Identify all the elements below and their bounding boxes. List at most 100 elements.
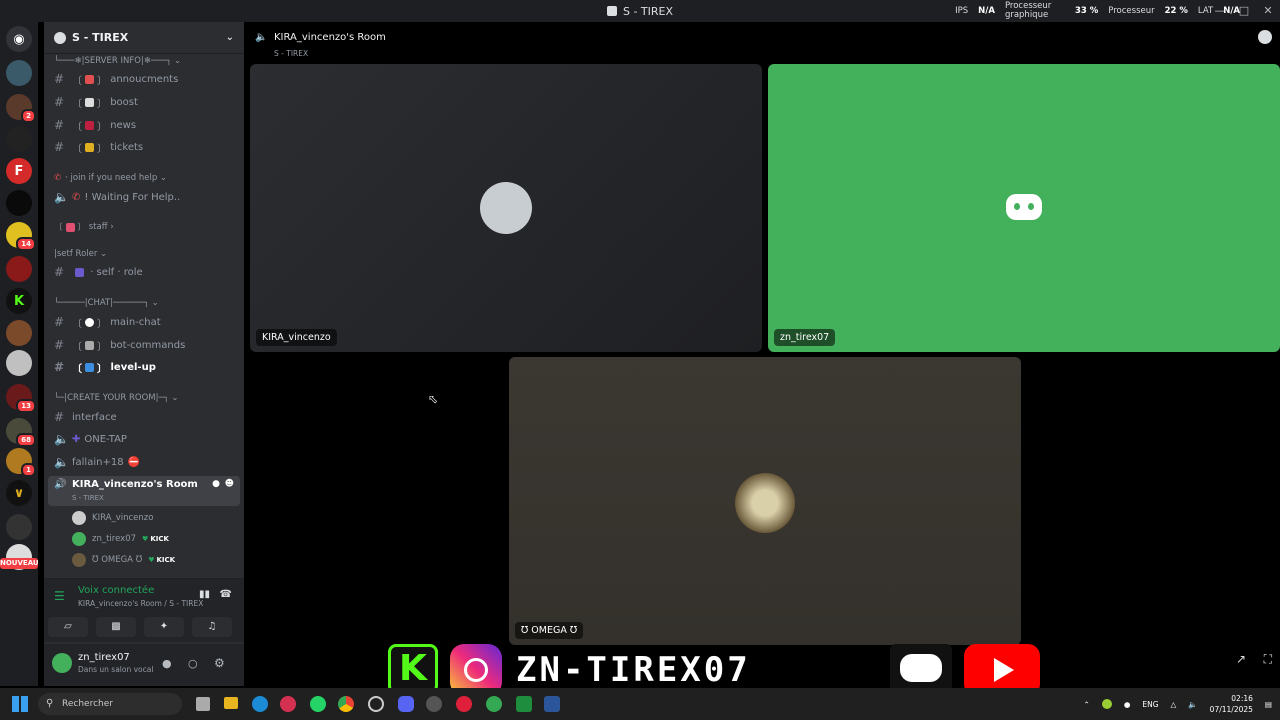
gpu-value: 33 % [1074,6,1099,16]
speech-bubble-icon [85,317,94,327]
server-icon[interactable] [6,60,32,86]
app-icon[interactable] [368,696,384,712]
channel-bot-commands[interactable]: # 〔〕 bot-commands [54,336,185,354]
server-icon[interactable]: F [6,158,32,184]
excel-icon[interactable] [516,696,532,712]
server-badge: 2 [21,109,36,123]
voice-member[interactable]: zn_tirex07 KICK [72,531,169,547]
ips-label: IPS [955,6,969,16]
channel-annoucments[interactable]: # 〔〕 annoucments [54,70,178,88]
avatar[interactable] [52,653,72,673]
wifi-icon[interactable]: △ [1171,700,1177,709]
server-header[interactable]: S - TIREX ⌄ [44,22,244,54]
server-icon[interactable] [6,320,32,346]
category-staff[interactable]: 〔〕 staff › [54,218,114,236]
settings-icon[interactable] [426,696,442,712]
chat-icon[interactable]: ● [212,479,220,489]
headset-icon[interactable]: ○ [188,657,198,670]
channel-label: tickets [110,141,144,153]
video-tile[interactable]: zn_tirex07 [768,64,1280,352]
language-indicator[interactable]: ENG [1142,700,1158,709]
disconnect-icon[interactable]: ☎ [220,589,232,600]
server-icon[interactable] [6,126,32,152]
category-create-room[interactable]: └─|CREATE YOUR ROOM|─┐ ⌄ [54,389,179,407]
chevron-down-icon: ⌄ [225,32,234,43]
microphone-icon[interactable]: ● [162,657,172,670]
channel-tickets[interactable]: # 〔〕 tickets [54,138,143,156]
file-explorer-icon[interactable] [224,697,238,709]
server-icon[interactable] [6,256,32,282]
category-server-info[interactable]: └───❄|SERVER INFO|❄───┐ ⌄ [54,52,181,70]
chat-bubble-icon[interactable] [1258,30,1272,44]
clock-date: 07/11/2025 [1209,705,1253,714]
kick-server-icon[interactable]: K [6,288,32,314]
gear-icon[interactable]: ⚙ [214,656,225,670]
search-box[interactable]: ⚲ Rechercher [38,693,182,715]
soundboard-button[interactable]: ♫ [192,617,232,637]
room-server: S - TIREX [274,49,309,58]
voice-channel-waiting[interactable]: 🔈 ✆! Waiting For Help.. [54,188,180,206]
activities-button[interactable]: ✦ [144,617,184,637]
server-icon[interactable]: 2 [6,94,36,123]
server-icon[interactable]: ∨ [6,480,32,506]
channel-news[interactable]: # 〔〕 news [54,116,136,134]
kick-logo-icon: K [388,644,438,694]
speaker-icon: 🔈 [54,455,69,469]
channel-interface[interactable]: # interface [54,408,117,426]
close-icon[interactable]: ✕ [1256,0,1280,22]
chevron-up-icon[interactable]: ⌃ [1084,700,1090,709]
voice-member[interactable]: KIRA_vincenzo [72,510,153,526]
chrome-icon[interactable] [338,696,354,712]
windows-start-icon[interactable] [12,696,28,712]
category-help[interactable]: ✆ · join if you need help ⌄ [54,169,167,187]
voice-member[interactable]: Ʊ OMEGA Ʊ KICK [72,552,175,568]
video-tile[interactable]: KIRA_vincenzo [250,64,762,352]
fullscreen-icon[interactable]: ⛶ [1264,652,1272,667]
whatsapp-icon[interactable] [310,696,326,712]
volume-icon[interactable]: 🔈 [1188,700,1197,709]
popout-icon[interactable]: ↗ [1236,652,1246,666]
server-icon[interactable]: 68 [6,418,36,447]
category-chat[interactable]: └─────|CHAT|──────┐ ⌄ [54,294,159,312]
robot-icon [85,340,94,350]
server-icon[interactable]: 14 [6,222,36,251]
task-view-icon[interactable] [196,697,210,711]
channel-name-text: ZN-TIREX07 [516,650,751,690]
server-icon[interactable] [6,350,32,376]
server-icon[interactable] [6,514,32,540]
hash-icon: # [54,265,65,279]
obs-icon[interactable] [456,696,472,712]
mic-icon[interactable]: ● [1124,700,1131,709]
voice-channel-fallain[interactable]: 🔈 fallain+18 ⛔ [54,453,140,471]
tray-app-icon[interactable] [1101,699,1112,709]
channel-main-chat[interactable]: # 〔〕 main-chat [54,313,161,331]
notification-icon[interactable]: ▤ [1265,700,1272,709]
server-icon[interactable]: 1 [6,448,36,477]
channel-level-up[interactable]: # 〔〕 level-up [54,358,156,376]
lat-value: N/A [1223,6,1240,16]
active-voice-room[interactable]: 🔊 KIRA_vincenzo's Room S - TIREX ● ☻ [48,476,240,506]
discord-taskbar-icon[interactable] [398,696,414,712]
server-icon[interactable] [6,190,32,216]
camera-off-button[interactable]: ▱ [48,617,88,637]
server-icon[interactable]: 13 [6,384,36,413]
edge-icon[interactable] [252,696,268,712]
category-self-role[interactable]: |setf Roler ⌄ [54,245,107,263]
screen-share-button[interactable]: ▩ [96,617,136,637]
clock[interactable]: 02:16 07/11/2025 [1210,693,1253,715]
hash-icon: # [54,410,65,424]
hash-icon: # [54,360,65,374]
opera-icon[interactable] [280,696,296,712]
voice-channel-one-tap[interactable]: 🔈 ✚ ONE-TAP [54,430,127,448]
ips-value: N/A [978,6,995,16]
add-member-icon[interactable]: ☻ [225,479,234,489]
app-icon[interactable] [486,696,502,712]
discord-home-icon[interactable]: ◉ [6,26,32,52]
channel-boost[interactable]: # 〔〕 boost [54,93,138,111]
channel-self-role[interactable]: # · self · role [54,263,143,281]
category-label: └───❄|SERVER INFO|❄───┐ ⌄ [54,56,182,66]
word-icon[interactable] [544,696,560,712]
video-tile[interactable]: Ʊ OMEGA Ʊ [509,357,1021,645]
noise-suppression-icon[interactable]: ▮▮ [199,589,210,600]
channel-label: boost [110,96,138,108]
